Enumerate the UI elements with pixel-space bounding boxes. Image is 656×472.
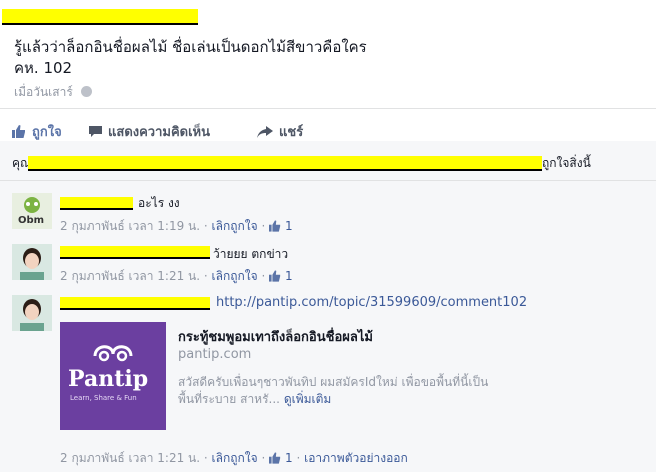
avatar-caption: Obm (18, 215, 45, 226)
preview-description-line2: พื้นที่ระบาย สาหรั... ดูเพิ่มเติม (178, 391, 331, 408)
logo-text: Pantip (68, 366, 149, 392)
comment-label[interactable]: แสดงความคิดเห็น (108, 121, 210, 142)
divider (0, 180, 656, 181)
like-count[interactable]: 1 (285, 451, 293, 465)
thumbs-up-icon (269, 452, 281, 464)
logo-tagline: Learn, Share & Fun (70, 394, 137, 402)
share-label[interactable]: แชร์ (279, 121, 303, 142)
redacted-likers (28, 156, 542, 171)
preview-domain: pantip.com (178, 347, 252, 362)
post-timestamp[interactable]: เมื่อวันเสาร์ (14, 83, 92, 102)
avatar[interactable]: Obm (12, 193, 52, 229)
share-button[interactable]: แชร์ (257, 121, 303, 142)
comment-icon (89, 125, 102, 137)
thumbs-up-icon (269, 220, 281, 232)
unlike-link[interactable]: เลิกถูกใจ (212, 269, 258, 283)
avatar[interactable] (12, 244, 52, 280)
like-label[interactable]: ถูกใจ (32, 121, 62, 142)
avatar[interactable] (12, 295, 52, 331)
unlike-link[interactable]: เลิกถูกใจ (212, 451, 258, 465)
comment-meta: 2 กุมภาพันธ์ เวลา 1:21 น. · เลิกถูกใจ · … (60, 451, 408, 465)
thumbs-up-icon (269, 270, 281, 282)
preview-title[interactable]: กระทู้ชมพูอมเทาถึงล็อกอินชื่อผลไม้ (178, 326, 373, 347)
comment-text: ว้ายยย ตกข่าว (213, 247, 289, 261)
comment-time[interactable]: 2 กุมภาพันธ์ เวลา 1:21 น. (60, 269, 200, 283)
comment-time[interactable]: 2 กุมภาพันธ์ เวลา 1:19 น. (60, 219, 200, 233)
timestamp-text[interactable]: เมื่อวันเสาร์ (14, 85, 73, 99)
comment-meta: 2 กุมภาพันธ์ เวลา 1:19 น. · เลิกถูกใจ · … (60, 219, 293, 233)
action-bar: ถูกใจ แสดงความคิดเห็น แชร์ (0, 117, 656, 141)
comment-link[interactable]: http://pantip.com/topic/31599609/comment… (216, 295, 527, 310)
preview-description-text: พื้นที่ระบาย สาหรั... (178, 392, 280, 406)
post-text-line2: คห. 102 (14, 59, 73, 77)
remove-preview-link[interactable]: เอาภาพตัวอย่างออก (304, 451, 408, 465)
like-button[interactable]: ถูกใจ (12, 121, 62, 142)
comment-text: อะไร งง (138, 196, 180, 210)
comment-meta: 2 กุมภาพันธ์ เวลา 1:21 น. · เลิกถูกใจ · … (60, 269, 293, 283)
redacted-commenter-name[interactable] (60, 297, 210, 310)
like-count[interactable]: 1 (285, 269, 293, 283)
globe-icon (80, 86, 92, 97)
comment-time[interactable]: 2 กุมภาพันธ์ เวลา 1:21 น. (60, 451, 200, 465)
like-count[interactable]: 1 (285, 219, 293, 233)
redacted-name (2, 9, 198, 25)
see-more-link[interactable]: ดูเพิ่มเติม (284, 392, 332, 406)
comment-button[interactable]: แสดงความคิดเห็น (89, 121, 210, 142)
likes-suffix: ถูกใจสิ่งนี้ (542, 156, 591, 170)
thumbs-up-icon (12, 125, 25, 138)
divider (0, 108, 656, 109)
pantip-logo-image[interactable]: Pantip Learn, Share & Fun (60, 322, 166, 430)
share-arrow-icon (257, 125, 273, 138)
preview-description-line1: สวัสดีครับเพื่อนๆชาวพันทิป ผมสมัครIdใหม่… (178, 375, 489, 389)
unlike-link[interactable]: เลิกถูกใจ (212, 219, 258, 233)
redacted-commenter-name[interactable] (60, 246, 210, 259)
redacted-commenter-name[interactable] (60, 197, 133, 210)
